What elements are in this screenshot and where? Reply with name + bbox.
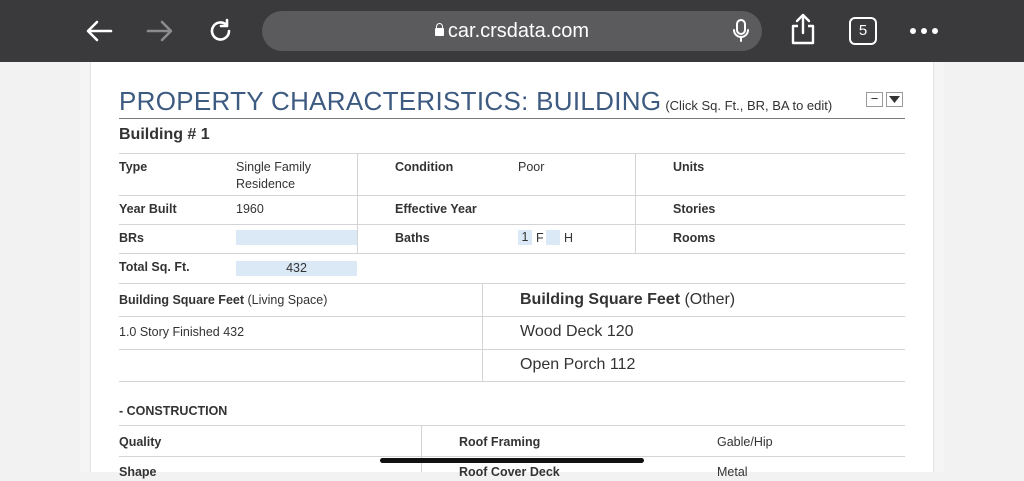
- half-baths-field[interactable]: [546, 230, 560, 245]
- full-baths-suffix: F: [536, 231, 544, 245]
- full-baths-field[interactable]: 1: [518, 230, 532, 245]
- column-divider: [421, 425, 422, 472]
- effective-year-label: Effective Year: [395, 202, 477, 216]
- caret-down-icon: [889, 96, 900, 103]
- total-sqft-label: Total Sq. Ft.: [119, 260, 190, 274]
- browser-toolbar: car.crsdata.com 5: [0, 0, 1024, 62]
- address-bar[interactable]: car.crsdata.com: [262, 11, 762, 51]
- row-divider: [119, 153, 905, 154]
- type-label: Type: [119, 160, 148, 174]
- type-value: Single Family Residence: [236, 160, 312, 191]
- row-divider: [119, 224, 905, 225]
- row-divider: [119, 253, 905, 254]
- stories-label: Stories: [673, 202, 716, 216]
- more-options-icon[interactable]: [908, 15, 940, 47]
- row-divider: [119, 425, 905, 426]
- other-header-bold: Building Square Feet: [520, 291, 681, 308]
- roof-framing-label: Roof Framing: [459, 435, 541, 449]
- other-header-rest: (Other): [680, 291, 736, 308]
- other-space-header: Building Square Feet (Other): [520, 291, 735, 309]
- rooms-label: Rooms: [673, 231, 716, 245]
- roof-cover-label: Roof Cover Deck: [459, 465, 560, 479]
- condition-label: Condition: [395, 160, 454, 174]
- shape-label: Shape: [119, 465, 157, 479]
- section-title: PROPERTY CHARACTERISTICS: BUILDING (Click…: [119, 86, 832, 117]
- row-divider: [119, 283, 905, 284]
- row-divider: [119, 349, 905, 350]
- home-indicator[interactable]: [380, 458, 644, 463]
- total-sqft-field[interactable]: 432: [236, 261, 357, 276]
- lock-icon: [434, 23, 444, 36]
- living-header-rest: (Living Space): [244, 293, 328, 307]
- construction-toggle[interactable]: - CONSTRUCTION: [119, 404, 227, 418]
- collapse-button[interactable]: −: [866, 92, 883, 107]
- microphone-icon[interactable]: [732, 19, 750, 48]
- brs-field[interactable]: [236, 230, 357, 245]
- baths-label: Baths: [395, 231, 430, 245]
- row-divider: [119, 195, 905, 196]
- url-text: car.crsdata.com: [447, 20, 590, 42]
- roof-cover-value: Metal: [717, 465, 748, 479]
- url-display: car.crsdata.com: [262, 11, 762, 51]
- roof-framing-value: Gable/Hip: [717, 435, 773, 449]
- back-arrow-icon[interactable]: [83, 15, 115, 47]
- living-item[interactable]: 1.0 Story Finished 432: [119, 324, 244, 341]
- column-divider: [635, 153, 636, 253]
- sqft-column-divider: [482, 284, 483, 381]
- reload-icon[interactable]: [205, 15, 237, 47]
- other-item[interactable]: Open Porch 112: [520, 356, 635, 374]
- brs-label: BRs: [119, 231, 145, 245]
- year-built-value: 1960: [236, 202, 264, 216]
- living-header-bold: Building Square Feet: [119, 293, 245, 307]
- living-space-header: Building Square Feet (Living Space): [119, 292, 327, 309]
- tab-count-button[interactable]: 5: [849, 17, 877, 45]
- row-divider: [119, 316, 905, 317]
- year-built-label: Year Built: [119, 202, 177, 216]
- section-title-text: PROPERTY CHARACTERISTICS: BUILDING: [119, 86, 662, 116]
- share-icon[interactable]: [787, 13, 819, 45]
- edit-hint: (Click Sq. Ft., BR, BA to edit): [665, 98, 833, 113]
- other-item[interactable]: Wood Deck 120: [520, 323, 634, 341]
- units-label: Units: [673, 160, 705, 174]
- half-baths-suffix: H: [564, 231, 574, 245]
- forward-arrow-icon[interactable]: [144, 15, 176, 47]
- row-divider: [119, 381, 905, 382]
- building-heading: Building # 1: [119, 126, 210, 143]
- quality-label: Quality: [119, 435, 162, 449]
- title-divider: [119, 118, 905, 119]
- dropdown-button[interactable]: [886, 92, 903, 107]
- tab-count-text: 5: [858, 22, 868, 39]
- condition-value: Poor: [518, 160, 545, 174]
- row-divider: [119, 456, 905, 457]
- column-divider: [357, 153, 358, 253]
- collapse-button-label: −: [870, 91, 879, 106]
